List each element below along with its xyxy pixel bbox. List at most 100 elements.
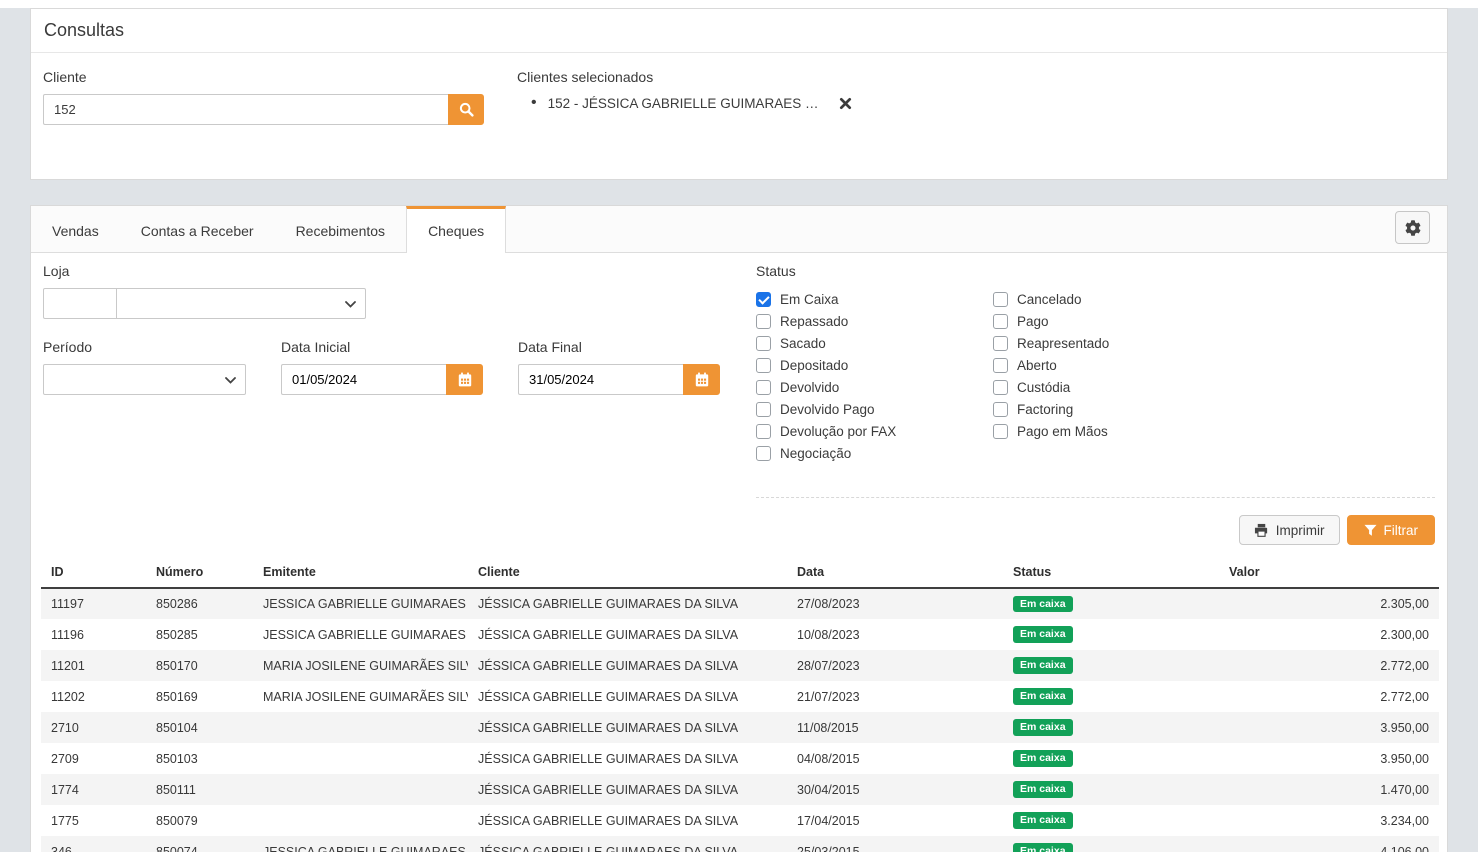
cell-cliente: JÉSSICA GABRIELLE GUIMARAES DA SILVA [468, 588, 787, 619]
status-option[interactable]: Devolução por FAX [756, 420, 993, 442]
cell-valor: 3.234,00 [1219, 805, 1439, 836]
status-option[interactable]: Repassado [756, 310, 993, 332]
tab-vendas[interactable]: Vendas [31, 206, 120, 252]
status-option[interactable]: Devolvido [756, 376, 993, 398]
cell-emitente: MARIA JOSILENE GUIMARÃES SILVA [253, 650, 468, 681]
cell-cliente: JÉSSICA GABRIELLE GUIMARAES DA SILVA [468, 619, 787, 650]
status-option[interactable]: Custódia [993, 376, 1109, 398]
cell-valor: 4.106,00 [1219, 836, 1439, 852]
cell-numero: 850285 [146, 619, 253, 650]
status-option[interactable]: Factoring [993, 398, 1109, 420]
remove-client-x-icon[interactable] [839, 97, 852, 110]
calendar-icon [695, 372, 709, 387]
consultas-panel: Consultas Cliente Clientes selecionados [30, 8, 1448, 180]
checkbox-unchecked-icon[interactable] [993, 292, 1008, 307]
cell-cliente: JÉSSICA GABRIELLE GUIMARAES DA SILVA [468, 805, 787, 836]
status-option[interactable]: Aberto [993, 354, 1109, 376]
cell-status: Em caixa [1003, 619, 1219, 650]
status-option[interactable]: Pago em Mãos [993, 420, 1109, 442]
data-final-input[interactable] [518, 364, 683, 395]
checkbox-unchecked-icon[interactable] [993, 424, 1008, 439]
cell-numero: 850111 [146, 774, 253, 805]
tab-recebimentos[interactable]: Recebimentos [275, 206, 407, 252]
status-option-label: Aberto [1017, 358, 1057, 373]
imprimir-button[interactable]: Imprimir [1239, 515, 1340, 545]
cliente-search-button[interactable] [448, 94, 484, 125]
cell-numero: 850074 [146, 836, 253, 852]
periodo-select[interactable] [43, 364, 246, 395]
checkbox-unchecked-icon[interactable] [756, 424, 771, 439]
data-inicial-input[interactable] [281, 364, 446, 395]
status-option[interactable]: Pago [993, 310, 1109, 332]
cell-id: 11202 [41, 681, 146, 712]
loja-code-input[interactable] [43, 288, 117, 319]
col-header-emitente: Emitente [253, 557, 468, 588]
status-option-label: Em Caixa [780, 292, 839, 307]
cliente-search-input[interactable] [43, 94, 448, 125]
cell-numero: 850079 [146, 805, 253, 836]
status-column-2: Cancelado Pago Reapresentado Aberto Custódia… [993, 288, 1109, 464]
cell-emitente [253, 743, 468, 774]
checkbox-unchecked-icon[interactable] [993, 358, 1008, 373]
status-option[interactable]: Reapresentado [993, 332, 1109, 354]
cell-status: Em caixa [1003, 681, 1219, 712]
status-option[interactable]: Devolvido Pago [756, 398, 993, 420]
checkbox-unchecked-icon[interactable] [756, 314, 771, 329]
loja-select[interactable] [116, 288, 366, 319]
gear-icon [1405, 220, 1421, 236]
periodo-label: Período [43, 339, 246, 355]
cell-data: 10/08/2023 [787, 619, 1003, 650]
checkbox-unchecked-icon[interactable] [993, 402, 1008, 417]
data-inicial-calendar-button[interactable] [446, 364, 483, 395]
status-option[interactable]: Cancelado [993, 288, 1109, 310]
col-header-cliente: Cliente [468, 557, 787, 588]
data-final-label: Data Final [518, 339, 720, 355]
cell-emitente [253, 805, 468, 836]
status-option[interactable]: Em Caixa [756, 288, 993, 310]
status-badge: Em caixa [1013, 657, 1073, 674]
cell-emitente: JESSICA GABRIELLE GUIMARAES SILVA [253, 836, 468, 852]
tab-cheques[interactable]: Cheques [406, 206, 506, 253]
cell-cliente: JÉSSICA GABRIELLE GUIMARAES DA SILVA [468, 681, 787, 712]
checkbox-unchecked-icon[interactable] [993, 380, 1008, 395]
status-option[interactable]: Negociação [756, 442, 993, 464]
status-option[interactable]: Sacado [756, 332, 993, 354]
cell-emitente: JESSICA GABRIELLE GUIMARAES D… [253, 619, 468, 650]
cell-id: 11197 [41, 588, 146, 619]
status-option[interactable]: Depositado [756, 354, 993, 376]
top-strip [0, 0, 1478, 8]
status-option-label: Cancelado [1017, 292, 1082, 307]
cell-valor: 2.300,00 [1219, 619, 1439, 650]
cell-id: 1774 [41, 774, 146, 805]
settings-button[interactable] [1395, 211, 1430, 244]
cliente-label: Cliente [43, 69, 484, 85]
cell-status: Em caixa [1003, 588, 1219, 619]
checkbox-unchecked-icon[interactable] [756, 446, 771, 461]
data-final-calendar-button[interactable] [683, 364, 720, 395]
chevron-down-icon [345, 301, 356, 308]
cell-numero: 850103 [146, 743, 253, 774]
checkbox-checked-icon[interactable] [756, 292, 771, 307]
status-option-label: Reapresentado [1017, 336, 1109, 351]
cell-data: 17/04/2015 [787, 805, 1003, 836]
cell-valor: 3.950,00 [1219, 743, 1439, 774]
cell-data: 11/08/2015 [787, 712, 1003, 743]
checkbox-unchecked-icon[interactable] [993, 314, 1008, 329]
tab-contas-a-receber[interactable]: Contas a Receber [120, 206, 275, 252]
cell-data: 04/08/2015 [787, 743, 1003, 774]
status-badge: Em caixa [1013, 843, 1073, 852]
filtrar-button[interactable]: Filtrar [1347, 515, 1436, 545]
checkbox-unchecked-icon[interactable] [993, 336, 1008, 351]
cell-valor: 1.470,00 [1219, 774, 1439, 805]
status-option-label: Depositado [780, 358, 848, 373]
cell-cliente: JÉSSICA GABRIELLE GUIMARAES DA SILVA [468, 836, 787, 852]
checkbox-unchecked-icon[interactable] [756, 358, 771, 373]
cell-valor: 2.772,00 [1219, 650, 1439, 681]
col-header-data: Data [787, 557, 1003, 588]
status-badge: Em caixa [1013, 688, 1073, 705]
checkbox-unchecked-icon[interactable] [756, 336, 771, 351]
checkbox-unchecked-icon[interactable] [756, 402, 771, 417]
status-column-1: Em Caixa RepassadoSacado Depositado Devolvi… [756, 288, 993, 464]
checkbox-unchecked-icon[interactable] [756, 380, 771, 395]
status-badge: Em caixa [1013, 719, 1073, 736]
